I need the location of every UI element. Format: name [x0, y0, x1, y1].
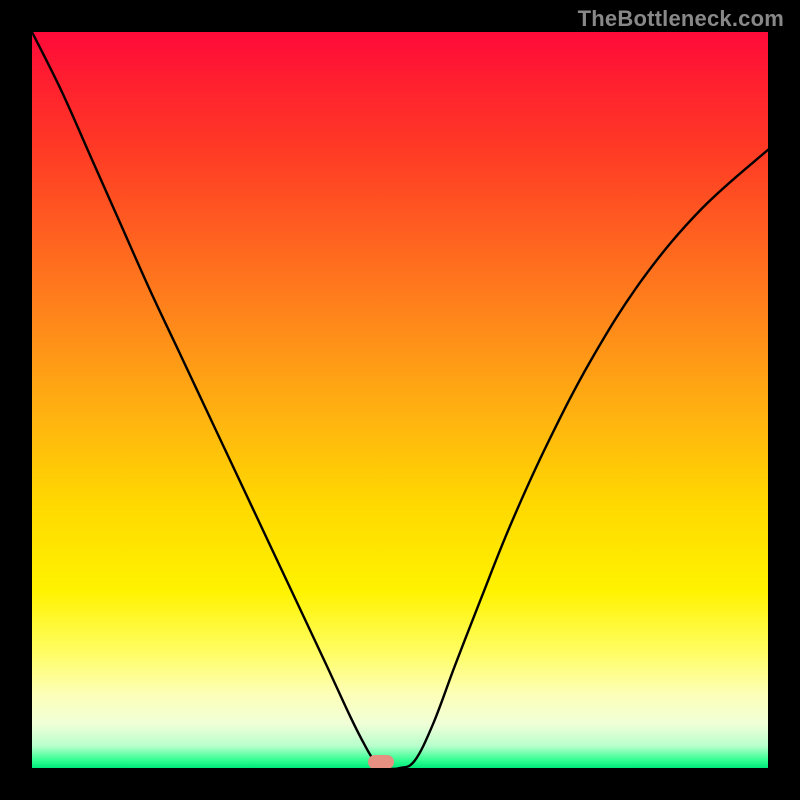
- chart-frame: TheBottleneck.com: [0, 0, 800, 800]
- bottleneck-curve: [32, 32, 768, 768]
- optimal-marker: [368, 755, 394, 768]
- watermark-text: TheBottleneck.com: [578, 6, 784, 32]
- plot-area: [32, 32, 768, 768]
